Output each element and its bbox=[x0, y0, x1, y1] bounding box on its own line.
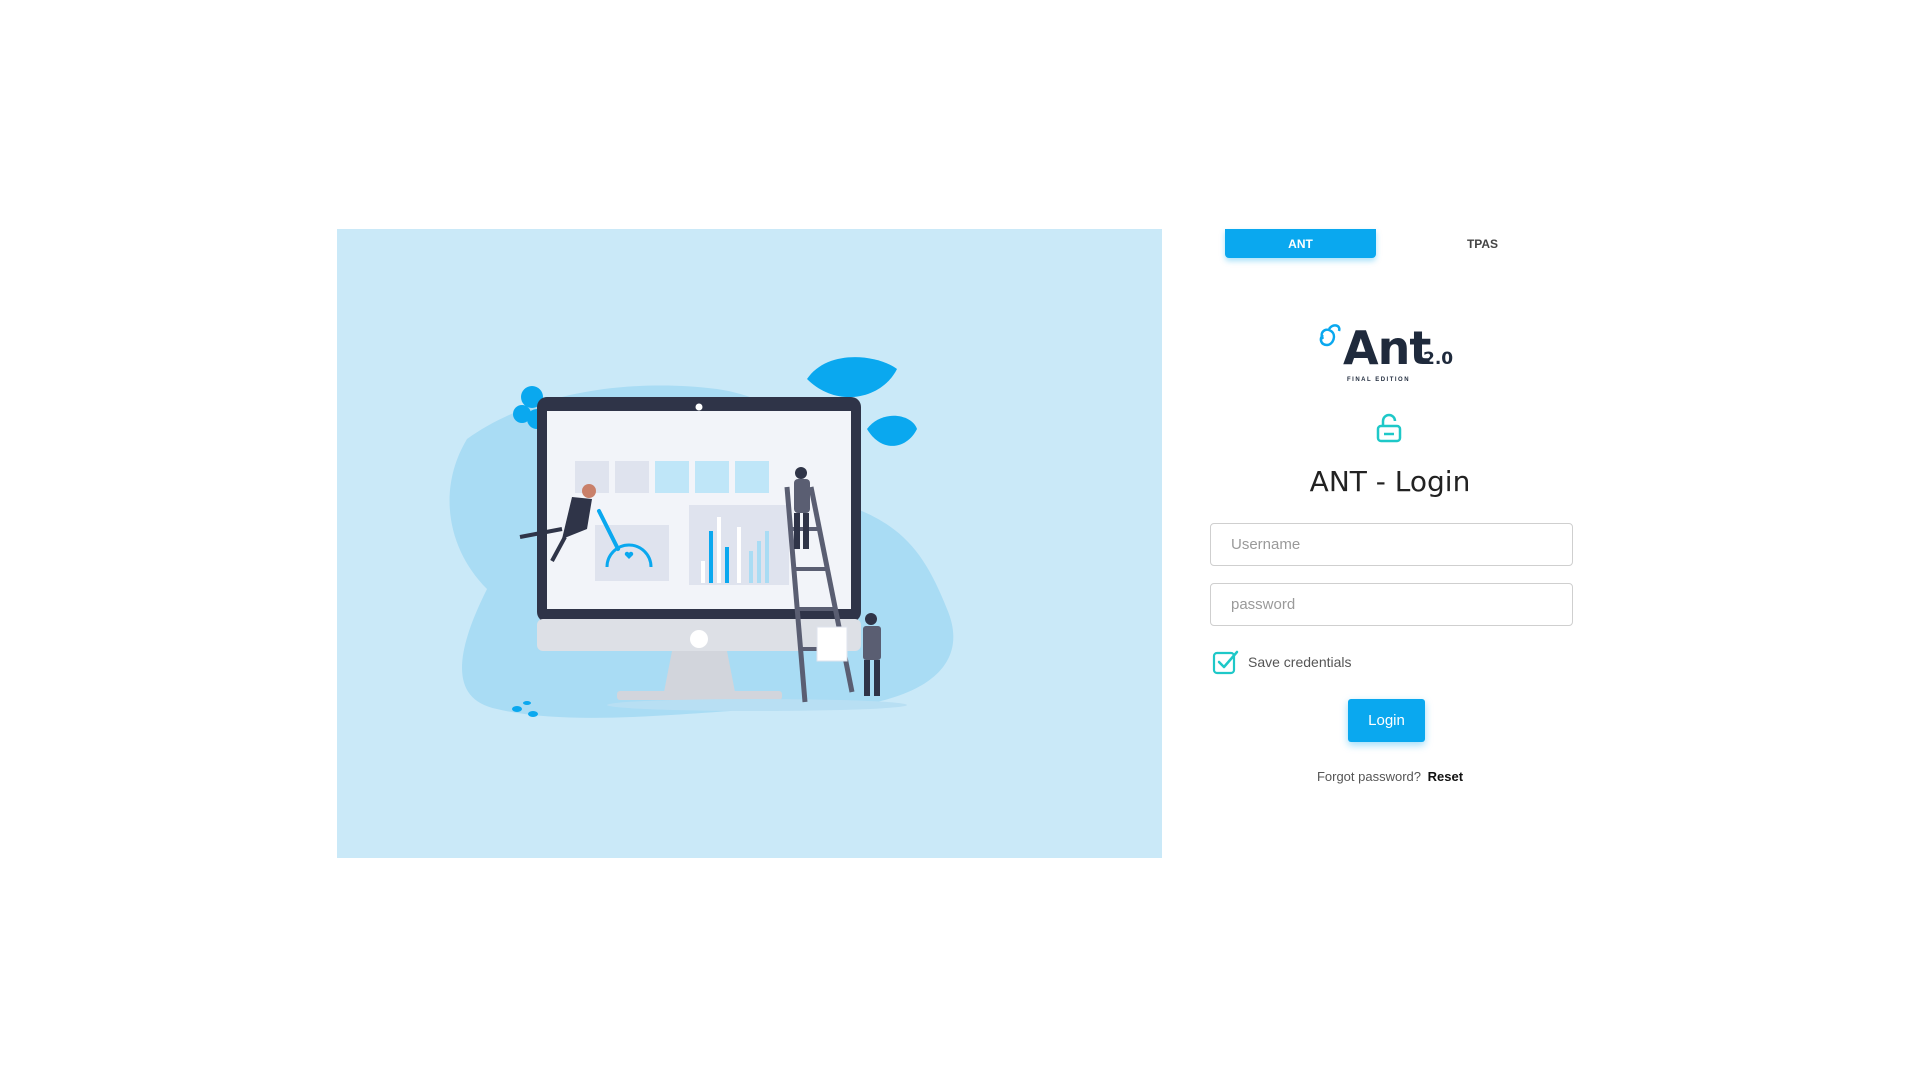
dashboard-illustration bbox=[449, 357, 954, 718]
logo-text: Ant bbox=[1343, 321, 1431, 375]
save-credentials-label: Save credentials bbox=[1248, 654, 1352, 670]
forgot-password-row: Forgot password? Reset bbox=[1195, 769, 1585, 784]
illustration-panel bbox=[337, 229, 1162, 858]
password-field[interactable] bbox=[1210, 583, 1573, 626]
logo-subtitle: FINAL EDITION bbox=[1347, 377, 1411, 383]
page-title: ANT - Login bbox=[1309, 465, 1471, 498]
tab-tpas[interactable]: TPAS bbox=[1407, 229, 1558, 258]
login-button[interactable]: Login bbox=[1348, 699, 1425, 742]
logo-version: 2.0 bbox=[1423, 349, 1454, 369]
lock-open-icon bbox=[1376, 413, 1402, 443]
app-logo: Ant 2.0 FINAL EDITION bbox=[1315, 319, 1465, 385]
reset-link[interactable]: Reset bbox=[1428, 769, 1463, 784]
login-panel: ANT TPAS Ant 2.0 FINAL EDITION ANT - Log… bbox=[1195, 229, 1585, 858]
forgot-password-text: Forgot password? bbox=[1316, 769, 1421, 784]
username-field[interactable] bbox=[1210, 523, 1573, 566]
tab-ant[interactable]: ANT bbox=[1225, 229, 1376, 258]
checkbox-checked-icon[interactable] bbox=[1212, 648, 1240, 676]
save-credentials-checkbox[interactable]: Save credentials bbox=[1212, 648, 1352, 676]
